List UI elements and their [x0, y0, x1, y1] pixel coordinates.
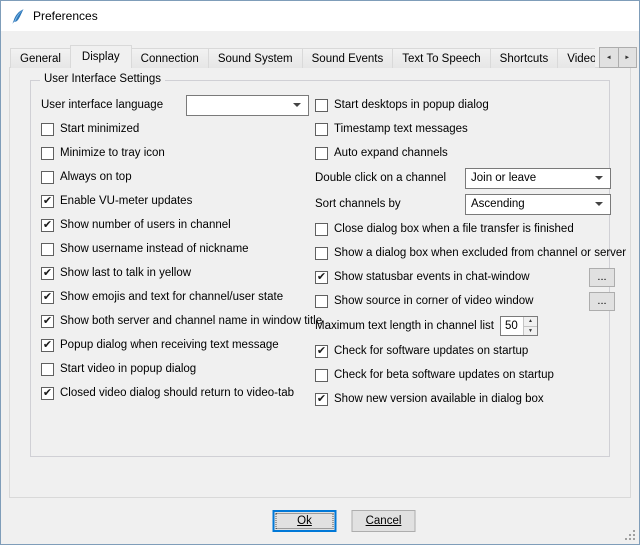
checkbox-label: Show source in corner of video window — [334, 295, 533, 307]
tab-scroll-control: ◄ ► — [599, 47, 637, 68]
checkbox-close-on-transfer-finished[interactable] — [315, 223, 328, 236]
chevron-down-icon — [293, 103, 301, 107]
cancel-button[interactable]: Cancel — [352, 510, 416, 532]
checkbox-label: Show last to talk in yellow — [60, 267, 191, 279]
checkbox-statusbar-events[interactable] — [315, 271, 328, 284]
titlebar: Preferences — [1, 1, 639, 31]
checkbox-label: Timestamp text messages — [334, 123, 468, 135]
checkbox-dialog-when-excluded[interactable] — [315, 247, 328, 260]
tab-connection[interactable]: Connection — [131, 48, 209, 68]
checkbox-label: Start minimized — [60, 123, 139, 135]
checkbox-video-source-corner[interactable] — [315, 295, 328, 308]
max-text-length-row: Maximum text length in channel list 50 ▲… — [315, 313, 615, 339]
tab-sound-events[interactable]: Sound Events — [302, 48, 394, 68]
checkbox-label: Close dialog box when a file transfer is… — [334, 223, 574, 235]
language-dropdown[interactable] — [186, 95, 309, 116]
double-click-label: Double click on a channel — [315, 172, 465, 184]
tab-pane: User Interface Settings User interface l… — [9, 67, 631, 498]
checkbox-check-beta-updates[interactable] — [315, 369, 328, 382]
checkbox-label: Closed video dialog should return to vid… — [60, 387, 294, 399]
spin-up-icon[interactable]: ▲ — [524, 317, 537, 327]
tab-text-to-speech[interactable]: Text To Speech — [392, 48, 490, 68]
tab-sound-system[interactable]: Sound System — [208, 48, 303, 68]
checkbox-minimize-to-tray[interactable] — [41, 147, 54, 160]
sort-channels-dropdown-value: Ascending — [471, 198, 591, 210]
checkbox-label: Enable VU-meter updates — [60, 195, 192, 207]
tab-video[interactable]: Video — [557, 48, 595, 68]
ok-button[interactable]: Ok — [273, 510, 337, 532]
spinner-buttons: ▲ ▼ — [523, 317, 537, 335]
sort-channels-row: Sort channels by Ascending — [315, 191, 615, 217]
checkbox-label: Auto expand channels — [334, 147, 448, 159]
sort-channels-label: Sort channels by — [315, 198, 465, 210]
tab-scroll-left-icon[interactable]: ◄ — [599, 47, 619, 68]
tab-display[interactable]: Display — [70, 45, 132, 68]
checkbox-label: Always on top — [60, 171, 132, 183]
checkbox-label: Show a dialog box when excluded from cha… — [334, 247, 626, 259]
checkbox-label: Check for beta software updates on start… — [334, 369, 554, 381]
language-label: User interface language — [41, 99, 186, 111]
group-title: User Interface Settings — [40, 73, 165, 85]
checkbox-label: Show both server and channel name in win… — [60, 315, 322, 327]
checkbox-show-username[interactable] — [41, 243, 54, 256]
double-click-dropdown[interactable]: Join or leave — [465, 168, 611, 189]
checkbox-label: Show username instead of nickname — [60, 243, 249, 255]
checkbox-always-on-top[interactable] — [41, 171, 54, 184]
left-column: User interface language Start minimized … — [41, 93, 309, 405]
checkbox-show-user-count[interactable] — [41, 219, 54, 232]
tab-general[interactable]: General — [10, 48, 71, 68]
video-source-browse-button[interactable]: ... — [589, 292, 615, 311]
checkbox-check-updates[interactable] — [315, 345, 328, 358]
chevron-down-icon — [595, 202, 603, 206]
double-click-row: Double click on a channel Join or leave — [315, 165, 615, 191]
spin-down-icon[interactable]: ▼ — [524, 327, 537, 336]
checkbox-popup-on-text-message[interactable] — [41, 339, 54, 352]
tab-shortcuts[interactable]: Shortcuts — [490, 48, 559, 68]
checkbox-label: Minimize to tray icon — [60, 147, 165, 159]
group-user-interface-settings: User Interface Settings User interface l… — [30, 80, 610, 457]
checkbox-auto-expand-channels[interactable] — [315, 147, 328, 160]
checkbox-vu-meter-updates[interactable] — [41, 195, 54, 208]
checkbox-start-minimized[interactable] — [41, 123, 54, 136]
checkbox-label: Popup dialog when receiving text message — [60, 339, 279, 351]
checkbox-label: Check for software updates on startup — [334, 345, 528, 357]
max-text-length-spinbox[interactable]: 50 ▲ ▼ — [500, 316, 538, 336]
checkbox-label: Show emojis and text for channel/user st… — [60, 291, 283, 303]
language-row: User interface language — [41, 93, 309, 117]
chevron-down-icon — [595, 176, 603, 180]
checkbox-server-channel-in-title[interactable] — [41, 315, 54, 328]
checkbox-video-return-to-tab[interactable] — [41, 387, 54, 400]
checkbox-desktops-popup[interactable] — [315, 99, 328, 112]
checkbox-label: Start desktops in popup dialog — [334, 99, 489, 111]
checkbox-show-emojis[interactable] — [41, 291, 54, 304]
right-column: Start desktops in popup dialog Timestamp… — [315, 93, 615, 411]
tab-bar: General Display Connection Sound System … — [10, 45, 595, 68]
tab-scroll-right-icon[interactable]: ► — [618, 47, 638, 68]
checkbox-label: Show new version available in dialog box — [334, 393, 544, 405]
window-title: Preferences — [33, 9, 98, 23]
checkbox-label: Show statusbar events in chat-window — [334, 271, 530, 283]
checkbox-new-version-dialog[interactable] — [315, 393, 328, 406]
checkbox-video-popup-dialog[interactable] — [41, 363, 54, 376]
checkbox-label: Start video in popup dialog — [60, 363, 196, 375]
checkbox-timestamp-messages[interactable] — [315, 123, 328, 136]
max-text-length-label: Maximum text length in channel list — [315, 320, 494, 332]
statusbar-events-browse-button[interactable]: ... — [589, 268, 615, 287]
max-text-length-value: 50 — [501, 317, 523, 335]
app-icon — [9, 8, 26, 25]
sort-channels-dropdown[interactable]: Ascending — [465, 194, 611, 215]
checkbox-label: Show number of users in channel — [60, 219, 231, 231]
checkbox-last-to-talk-yellow[interactable] — [41, 267, 54, 280]
double-click-dropdown-value: Join or leave — [471, 172, 591, 184]
dialog-buttons: Ok Cancel — [273, 510, 416, 532]
resize-grip-icon[interactable] — [623, 528, 636, 541]
